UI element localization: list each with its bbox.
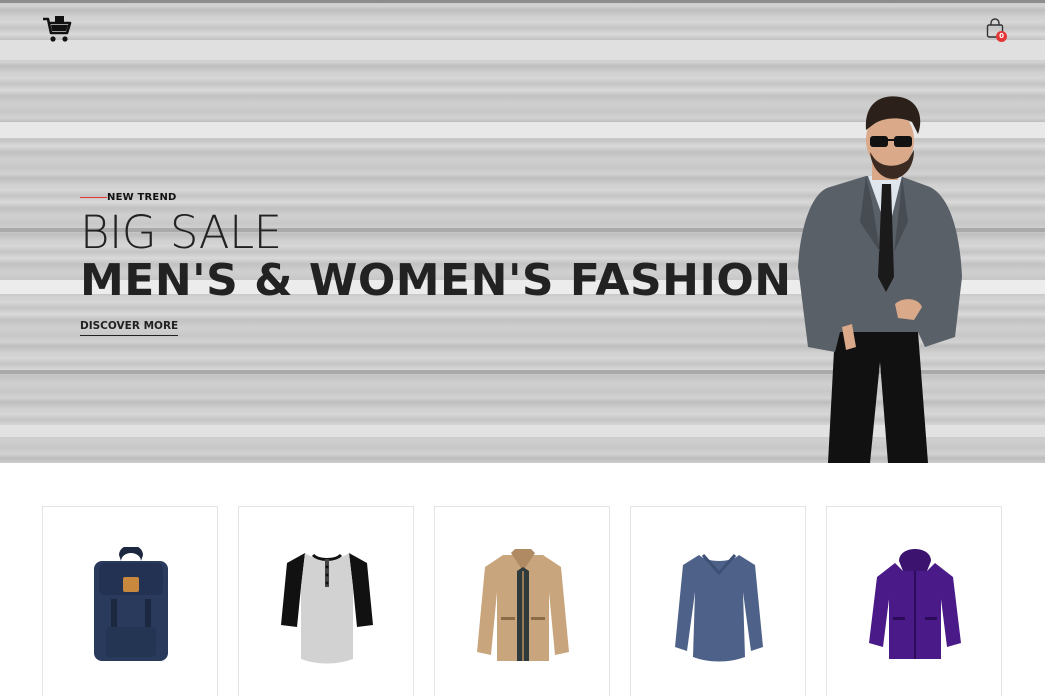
henley-shirt-icon (281, 553, 373, 664)
product-card[interactable] (42, 506, 218, 696)
hero-banner: 0 NEW TREND BIG SALE MEN'S & WOMEN'S FAS… (0, 0, 1045, 463)
product-card[interactable] (630, 506, 806, 696)
product-grid (42, 506, 1002, 696)
product-card[interactable] (434, 506, 610, 696)
hero-stripe (0, 0, 1045, 3)
backpack-icon (94, 547, 168, 661)
kicker-text: NEW TREND (107, 192, 177, 203)
cart-count-badge: 0 (996, 31, 1007, 42)
hero-title-light: BIG SALE (80, 206, 282, 259)
hero-kicker: NEW TREND (80, 192, 177, 203)
hero-title-bold: MEN'S & WOMEN'S FASHION (80, 255, 792, 306)
shopping-cart-icon[interactable] (42, 14, 72, 44)
jacket-icon (477, 549, 569, 661)
discover-more-link[interactable]: DISCOVER MORE (80, 320, 179, 336)
model-image (798, 96, 962, 463)
product-card[interactable] (238, 506, 414, 696)
hero-stripe (0, 40, 1045, 60)
hooded-jacket-icon (869, 549, 961, 659)
product-card[interactable] (826, 506, 1002, 696)
sweater-icon (675, 554, 763, 662)
kicker-accent-line (80, 197, 107, 198)
